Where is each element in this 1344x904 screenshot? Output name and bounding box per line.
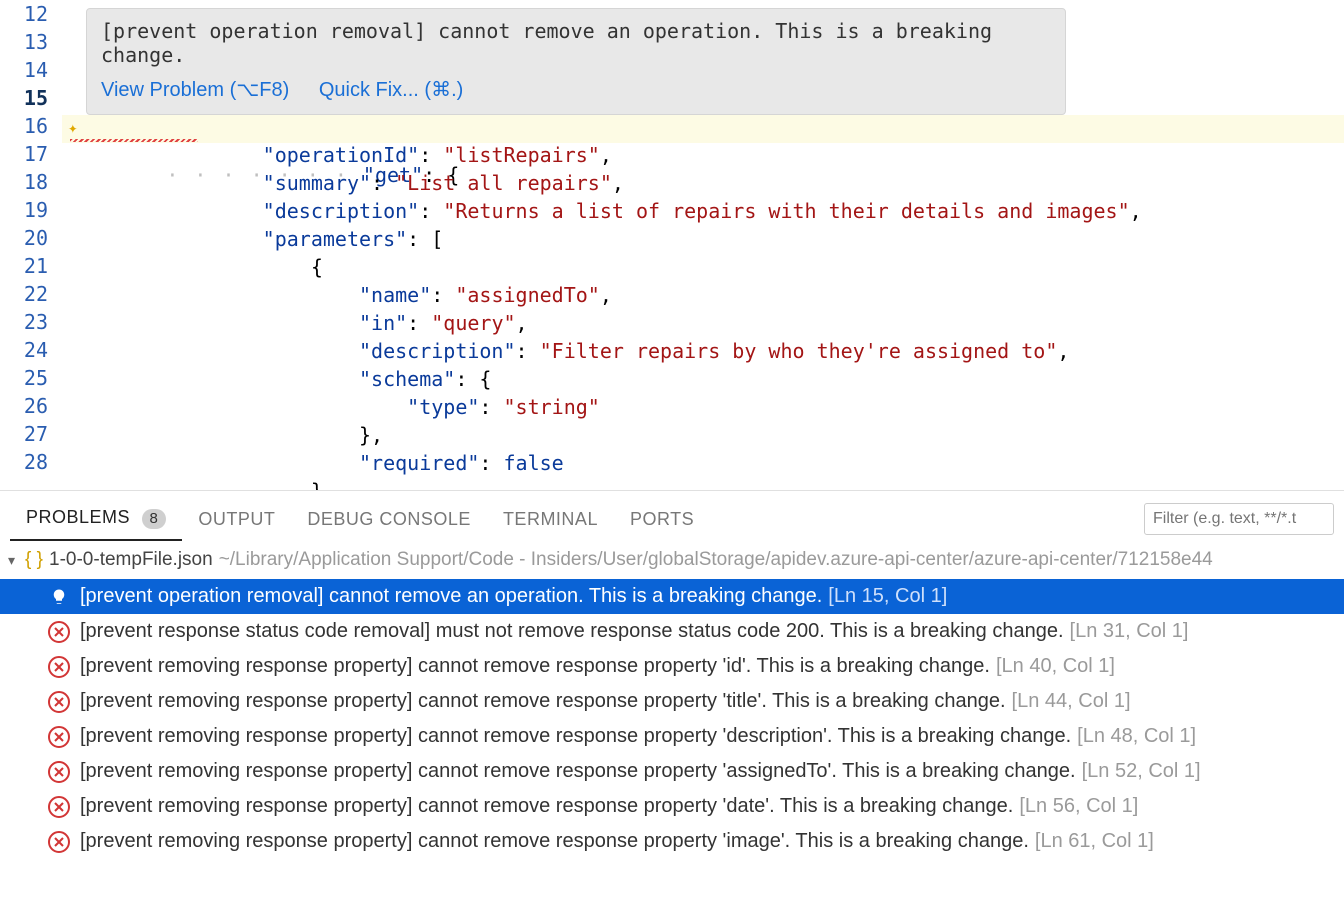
problem-item[interactable]: [prevent removing response property] can… bbox=[0, 824, 1344, 859]
hover-problem-message: [prevent operation removal] cannot remov… bbox=[101, 19, 1051, 67]
problem-item[interactable]: [prevent removing response property] can… bbox=[0, 684, 1344, 719]
error-icon bbox=[48, 656, 70, 678]
problem-message: [prevent removing response property] can… bbox=[80, 725, 1071, 748]
problem-location: [Ln 61, Col 1] bbox=[1035, 830, 1154, 853]
problem-location: [Ln 15, Col 1] bbox=[828, 585, 947, 608]
problems-file-group[interactable]: ▾ { } 1-0-0-tempFile.json ~/Library/Appl… bbox=[0, 541, 1344, 579]
problem-message: [prevent response status code removal] m… bbox=[80, 620, 1064, 643]
problem-message: [prevent removing response property] can… bbox=[80, 830, 1029, 853]
json-file-icon: { } bbox=[25, 549, 43, 571]
error-icon bbox=[48, 831, 70, 853]
view-problem-link[interactable]: View Problem (⌥F8) bbox=[101, 79, 289, 101]
problem-item[interactable]: [prevent removing response property] can… bbox=[0, 789, 1344, 824]
hover-problem-tooltip: [prevent operation removal] cannot remov… bbox=[86, 8, 1066, 115]
problems-count-badge: 8 bbox=[142, 509, 167, 529]
tab-debug-console[interactable]: DEBUG CONSOLE bbox=[291, 499, 487, 540]
problems-file-path: ~/Library/Application Support/Code - Ins… bbox=[219, 549, 1213, 571]
problem-location: [Ln 40, Col 1] bbox=[996, 655, 1115, 678]
error-squiggle bbox=[70, 139, 198, 142]
problem-message: [prevent removing response property] can… bbox=[80, 655, 990, 678]
problem-location: [Ln 56, Col 1] bbox=[1019, 795, 1138, 818]
error-icon bbox=[48, 726, 70, 748]
problem-item[interactable]: [prevent response status code removal] m… bbox=[0, 614, 1344, 649]
line-number-gutter: 1213141516171819202122232425262728 bbox=[0, 0, 62, 476]
bottom-panel: PROBLEMS 8 OUTPUT DEBUG CONSOLE TERMINAL… bbox=[0, 490, 1344, 859]
problem-item[interactable]: [prevent operation removal] cannot remov… bbox=[0, 579, 1344, 614]
tab-problems[interactable]: PROBLEMS 8 bbox=[10, 497, 182, 541]
chevron-down-icon: ▾ bbox=[8, 552, 15, 569]
error-icon bbox=[48, 691, 70, 713]
problems-filter-input[interactable] bbox=[1144, 503, 1334, 535]
code-content[interactable]: ✦ · · · · · · · "get": { "operationId": … bbox=[62, 115, 1344, 490]
problem-location: [Ln 44, Col 1] bbox=[1012, 690, 1131, 713]
tab-terminal[interactable]: TERMINAL bbox=[487, 499, 614, 540]
problem-location: [Ln 52, Col 1] bbox=[1082, 760, 1201, 783]
problem-item[interactable]: [prevent removing response property] can… bbox=[0, 649, 1344, 684]
problem-location: [Ln 48, Col 1] bbox=[1077, 725, 1196, 748]
lightbulb-icon bbox=[48, 586, 70, 608]
problem-location: [Ln 31, Col 1] bbox=[1070, 620, 1189, 643]
code-line-15: ✦ · · · · · · · "get": { bbox=[62, 115, 1344, 143]
problem-item[interactable]: [prevent removing response property] can… bbox=[0, 719, 1344, 754]
error-icon bbox=[48, 761, 70, 783]
tab-ports[interactable]: PORTS bbox=[614, 499, 710, 540]
error-icon bbox=[48, 796, 70, 818]
problem-message: [prevent removing response property] can… bbox=[80, 795, 1013, 818]
problems-file-name: 1-0-0-tempFile.json bbox=[49, 549, 213, 571]
problem-message: [prevent removing response property] can… bbox=[80, 690, 1006, 713]
tab-output[interactable]: OUTPUT bbox=[182, 499, 291, 540]
panel-tabs: PROBLEMS 8 OUTPUT DEBUG CONSOLE TERMINAL… bbox=[0, 491, 1344, 541]
quick-fix-link[interactable]: Quick Fix... (⌘.) bbox=[319, 79, 463, 101]
problem-message: [prevent operation removal] cannot remov… bbox=[80, 585, 822, 608]
problems-list: [prevent operation removal] cannot remov… bbox=[0, 579, 1344, 859]
problem-message: [prevent removing response property] can… bbox=[80, 760, 1076, 783]
editor-area[interactable]: 1213141516171819202122232425262728 [prev… bbox=[0, 0, 1344, 490]
problem-item[interactable]: [prevent removing response property] can… bbox=[0, 754, 1344, 789]
sparkle-icon[interactable]: ✦ bbox=[68, 118, 78, 137]
error-icon bbox=[48, 621, 70, 643]
